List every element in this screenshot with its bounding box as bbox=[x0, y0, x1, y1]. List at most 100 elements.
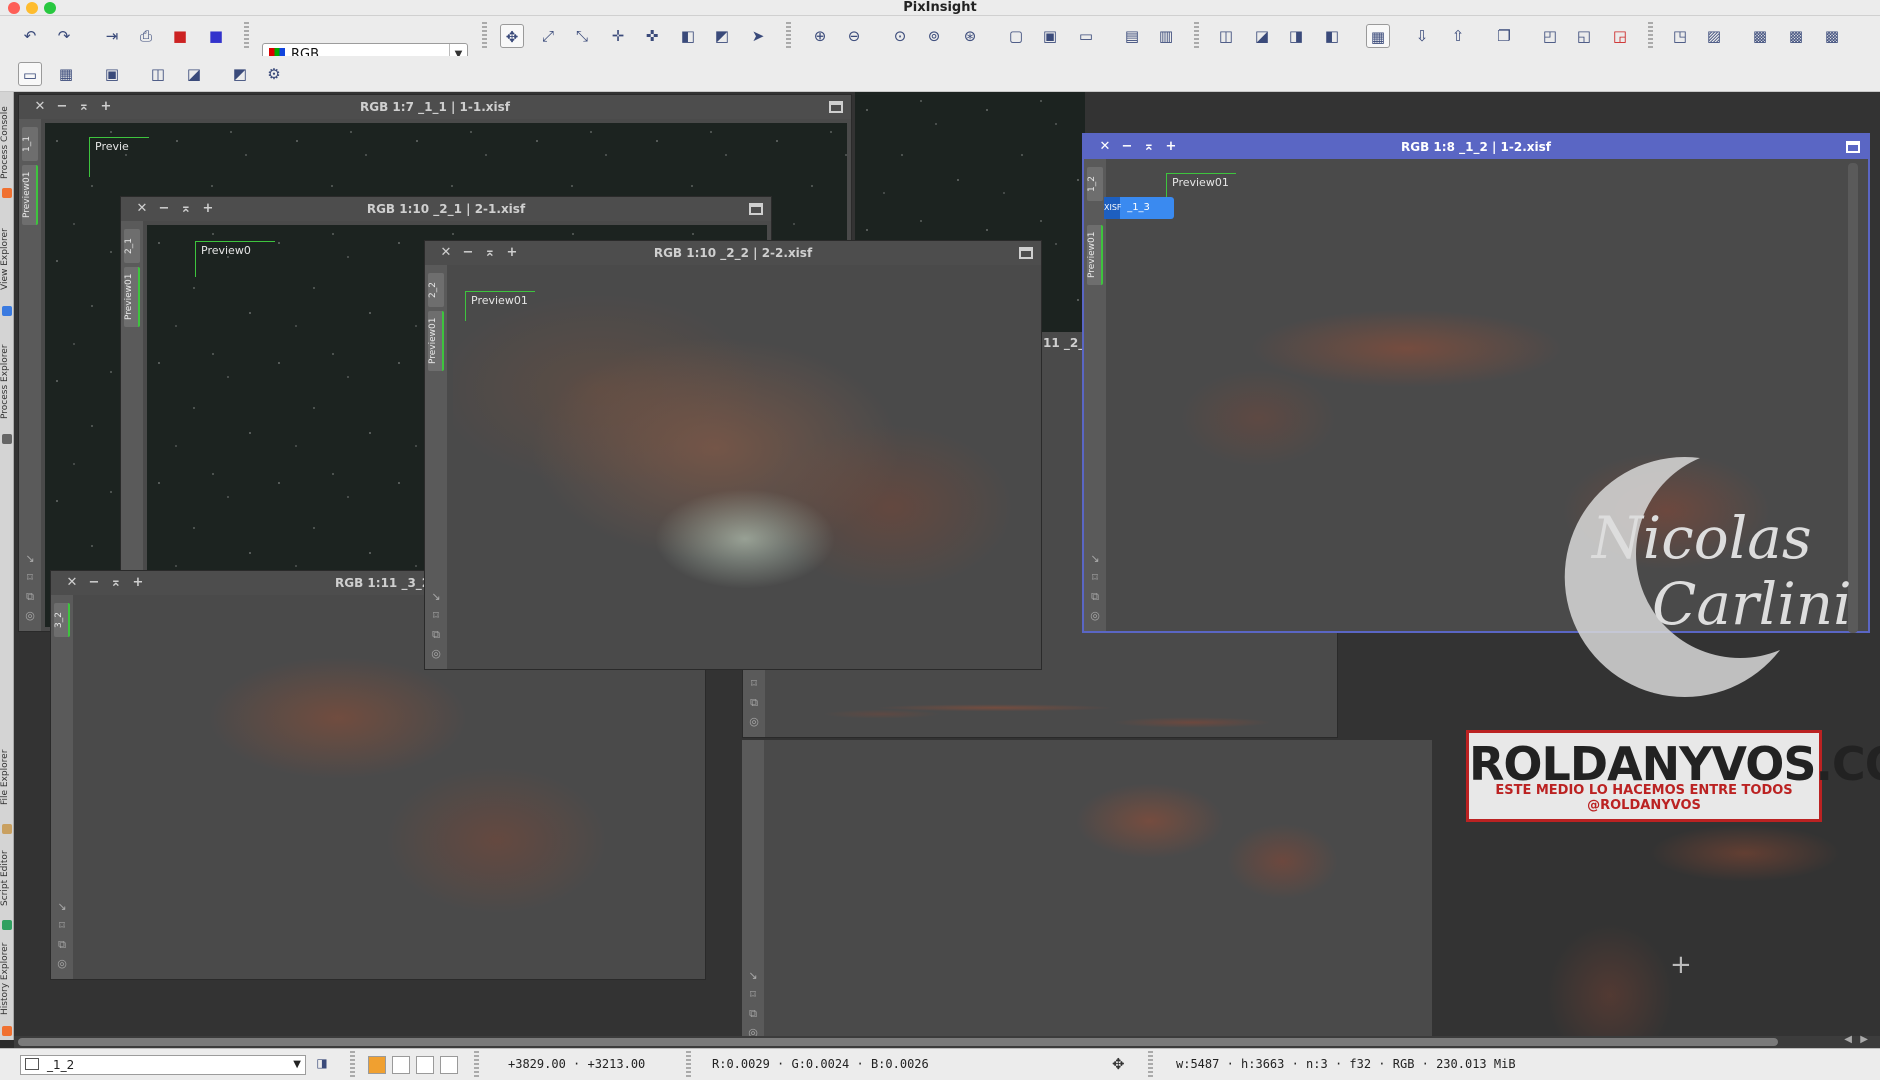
readout-mode-icon[interactable]: ✥ bbox=[500, 24, 524, 48]
close-icon[interactable]: ✕ bbox=[29, 95, 51, 119]
plus-icon[interactable]: + bbox=[127, 571, 149, 595]
new-window-icon[interactable]: ◫ bbox=[146, 62, 170, 86]
monitor-icon[interactable]: ▭ bbox=[18, 62, 42, 86]
close-icon[interactable]: ✕ bbox=[61, 571, 83, 595]
sidebar-tab-file-explorer[interactable]: File Explorer bbox=[0, 732, 14, 822]
combine-channels-icon[interactable]: ■ bbox=[204, 24, 228, 48]
shade-icon[interactable]: ⌅ bbox=[73, 95, 95, 119]
close-icon[interactable]: ✕ bbox=[1094, 135, 1116, 159]
sidebar-tab-view-explorer[interactable]: View Explorer bbox=[0, 214, 14, 304]
zoom-fit-icon[interactable]: ⤢ bbox=[536, 24, 560, 48]
minimize-icon[interactable]: − bbox=[457, 241, 479, 265]
image-canvas[interactable] bbox=[769, 691, 1333, 733]
preview-tab[interactable]: Preview01 bbox=[1087, 225, 1103, 285]
extract-channels-icon[interactable]: ■ bbox=[168, 24, 192, 48]
lock-view-icon[interactable]: ◨ bbox=[312, 1053, 332, 1073]
scroll-right-icon[interactable]: ▶ bbox=[1860, 1034, 1868, 1045]
layout-alt-icon[interactable]: ▨ bbox=[1702, 24, 1726, 48]
select-pointer-icon[interactable]: ➤ bbox=[746, 24, 770, 48]
view-id-tab[interactable]: 2_1 bbox=[124, 229, 140, 263]
zoom-fill-icon[interactable]: ⤡ bbox=[570, 24, 594, 48]
stf-icon[interactable]: ◫ bbox=[1214, 24, 1238, 48]
workspace-3-icon[interactable]: ▩ bbox=[1820, 24, 1844, 48]
view-id-tab[interactable]: 3_2 bbox=[54, 603, 70, 637]
image-icon[interactable]: ▦ bbox=[54, 62, 78, 86]
view-select[interactable]: _1_2 ▼ bbox=[20, 1055, 306, 1075]
mask-icon[interactable]: ◨ bbox=[1284, 24, 1308, 48]
close-view-icon[interactable]: ◪ bbox=[182, 62, 206, 86]
image-window-bottom[interactable]: ↘ ⌑ ⧉ ◎ bbox=[742, 740, 1432, 1048]
pan-mode-icon[interactable]: ✛ bbox=[606, 24, 630, 48]
preview-mode-icon[interactable]: ◧ bbox=[676, 24, 700, 48]
screen-icon[interactable]: ▣ bbox=[100, 62, 124, 86]
image-window-2-2[interactable]: RGB 1:10 _2_2 | 2-2.xisf ✕ − ⌅ + 2_2 Previe… bbox=[424, 240, 1042, 670]
sidebar-tab-process-explorer[interactable]: Process Explorer bbox=[0, 332, 14, 432]
mask-invert-icon[interactable]: ◱ bbox=[1572, 24, 1596, 48]
settings-gear-icon[interactable]: ⚙ bbox=[262, 62, 286, 86]
tile-icon[interactable]: ▤ bbox=[1120, 24, 1144, 48]
sidebar-tab-process-console[interactable]: Process Console bbox=[0, 100, 14, 186]
maximize-icon[interactable] bbox=[1019, 247, 1033, 259]
plus-icon[interactable]: + bbox=[501, 241, 523, 265]
print-icon[interactable]: ⎙ bbox=[134, 24, 158, 48]
close-icon[interactable]: ✕ bbox=[131, 197, 153, 221]
zoom-fit-view-icon[interactable]: ⊚ bbox=[922, 24, 946, 48]
image-canvas[interactable] bbox=[832, 740, 1362, 1010]
cascade-icon[interactable]: ▥ bbox=[1154, 24, 1178, 48]
color-swatch-orange[interactable] bbox=[368, 1056, 386, 1074]
sidebar-tab-history-explorer[interactable]: History Explorer bbox=[0, 934, 14, 1024]
zoom-in-icon[interactable]: ⊕ bbox=[808, 24, 832, 48]
view-id-tab[interactable]: 2_2 bbox=[428, 273, 444, 307]
zoom-1-1-icon[interactable]: ⊙ bbox=[888, 24, 912, 48]
preview-label[interactable]: Preview01 bbox=[1166, 173, 1236, 213]
preview-tab[interactable]: Preview01 bbox=[428, 311, 444, 371]
stf-toggle-icon[interactable]: ▦ bbox=[1366, 24, 1390, 48]
duplicate-icon[interactable]: ❐ bbox=[1492, 24, 1516, 48]
preview-label[interactable]: Previe bbox=[89, 137, 149, 177]
color-swatch-1[interactable] bbox=[392, 1056, 410, 1074]
preview-tab[interactable]: Preview01 bbox=[22, 165, 38, 225]
zoom-out-icon[interactable]: ⊖ bbox=[842, 24, 866, 48]
scroll-thumb[interactable] bbox=[18, 1038, 1778, 1046]
center-mode-icon[interactable]: ✜ bbox=[640, 24, 664, 48]
dragged-view-tag[interactable]: XISF _1_3 bbox=[1104, 197, 1174, 219]
mask-show-icon[interactable]: ◧ bbox=[1320, 24, 1344, 48]
layout-icon[interactable]: ◳ bbox=[1668, 24, 1692, 48]
maximize-icon[interactable] bbox=[749, 203, 763, 215]
stf-edit-icon[interactable]: ◪ bbox=[1250, 24, 1274, 48]
view-id-tab[interactable]: 1_2 bbox=[1087, 167, 1103, 201]
minimize-icon[interactable]: − bbox=[51, 95, 73, 119]
plus-icon[interactable]: + bbox=[95, 95, 117, 119]
process-icon[interactable]: ⇥ bbox=[100, 24, 124, 48]
fit-all-icon[interactable]: ▣ bbox=[1038, 24, 1062, 48]
explorer-icon[interactable]: ◩ bbox=[228, 62, 252, 86]
plus-icon[interactable]: + bbox=[197, 197, 219, 221]
sidebar-tab-script-editor[interactable]: Script Editor bbox=[0, 838, 14, 918]
view-id-tab[interactable]: 1_1 bbox=[22, 127, 38, 161]
minimize-icon[interactable]: − bbox=[83, 571, 105, 595]
color-swatch-3[interactable] bbox=[440, 1056, 458, 1074]
vertical-scrollbar[interactable] bbox=[1848, 163, 1858, 633]
preview-label[interactable]: Preview01 bbox=[465, 291, 535, 321]
shade-icon[interactable]: ⌅ bbox=[105, 571, 127, 595]
image-canvas[interactable]: Preview01 bbox=[453, 271, 1037, 665]
window-icon[interactable]: ▭ bbox=[1074, 24, 1098, 48]
minimize-icon[interactable]: − bbox=[153, 197, 175, 221]
mask-remove-icon[interactable]: ◲ bbox=[1608, 24, 1632, 48]
undo-icon[interactable]: ↶ bbox=[18, 24, 42, 48]
load-icon[interactable]: ⇩ bbox=[1410, 24, 1434, 48]
save-icon[interactable]: ⇧ bbox=[1446, 24, 1470, 48]
maximize-icon[interactable] bbox=[1846, 141, 1860, 153]
shade-icon[interactable]: ⌅ bbox=[479, 241, 501, 265]
horizontal-scrollbar[interactable]: ◀ ▶ bbox=[14, 1034, 1880, 1048]
crosshair-icon[interactable]: ✥ bbox=[1112, 1055, 1125, 1073]
workspace-2-icon[interactable]: ▩ bbox=[1784, 24, 1808, 48]
preview-label[interactable]: Preview0 bbox=[195, 241, 275, 277]
fit-window-icon[interactable]: ▢ bbox=[1004, 24, 1028, 48]
shade-icon[interactable]: ⌅ bbox=[175, 197, 197, 221]
scroll-left-icon[interactable]: ◀ bbox=[1844, 1034, 1852, 1045]
redo-icon[interactable]: ↷ bbox=[52, 24, 76, 48]
minimize-icon[interactable]: − bbox=[1116, 135, 1138, 159]
color-swatch-2[interactable] bbox=[416, 1056, 434, 1074]
edit-preview-icon[interactable]: ◩ bbox=[710, 24, 734, 48]
